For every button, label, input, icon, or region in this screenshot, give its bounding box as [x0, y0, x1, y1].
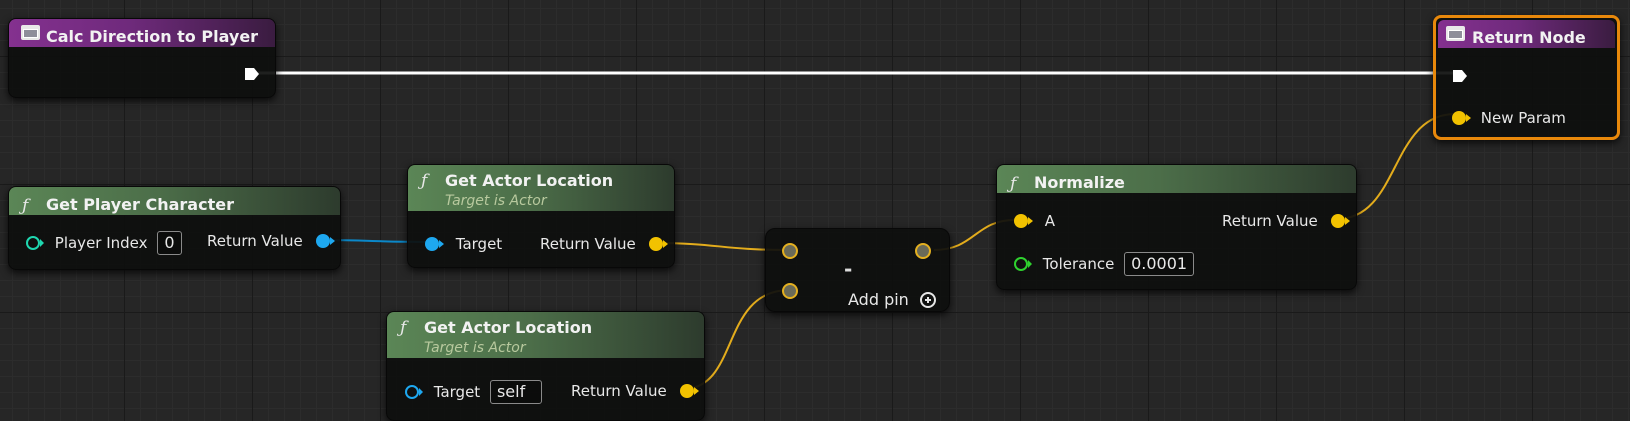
return-value-output[interactable]: Return Value [571, 379, 699, 402]
player-index-field[interactable]: 0 [157, 231, 182, 255]
node-header: Return Node [1438, 20, 1615, 48]
exec-out-pin[interactable] [244, 66, 260, 82]
node-title: Get Player Character [46, 195, 234, 214]
target-input[interactable]: Target [425, 232, 502, 255]
target-self-field[interactable]: self [489, 380, 542, 404]
pin-label: Target [455, 234, 503, 253]
add-pin-label: Add pin [848, 289, 909, 309]
node-title: Return Node [1472, 28, 1586, 47]
function-entry-node[interactable]: Calc Direction to Player [8, 18, 276, 98]
pin-label: Tolerance [1042, 255, 1115, 273]
float-pin[interactable] [1014, 257, 1032, 271]
new-param-input[interactable]: New Param [1452, 106, 1566, 129]
return-value-output[interactable]: Return Value [207, 229, 335, 252]
fx-icon: ƒ [22, 196, 29, 216]
vector-pin[interactable] [1014, 213, 1033, 228]
return-value-output[interactable]: Return Value [1222, 209, 1350, 232]
vector-pin[interactable] [1452, 110, 1471, 125]
pin-label: Return Value [1222, 211, 1318, 230]
pin-label: New Param [1480, 108, 1566, 127]
node-header: ƒ Normalize [997, 165, 1356, 194]
difference-output-pin[interactable] [915, 243, 931, 259]
pin-label: A [1044, 211, 1056, 230]
integer-pin[interactable] [26, 236, 44, 250]
node-title: Get Actor Location [445, 171, 614, 190]
pin-label: Player Index [54, 234, 148, 252]
node-header: ƒ Get Player Character [9, 187, 340, 216]
object-pin[interactable] [425, 236, 444, 251]
add-pin-button[interactable]: Add pin [848, 288, 936, 311]
return-node[interactable]: Return Node New Param [1433, 15, 1620, 140]
fx-icon: ƒ [400, 318, 407, 338]
vector-pin[interactable] [1330, 213, 1350, 228]
pin-label: Target [433, 383, 481, 401]
fx-icon: ƒ [421, 171, 428, 191]
node-title: Calc Direction to Player [46, 27, 259, 46]
node-header: ƒ Get Actor Location Target is Actor [387, 312, 704, 358]
pin-label: Return Value [540, 234, 636, 253]
get-actor-location-node[interactable]: ƒ Get Actor Location Target is Actor Tar… [386, 311, 705, 421]
fx-icon: ƒ [1010, 174, 1017, 194]
subtract-node[interactable]: - Add pin [765, 228, 950, 312]
return-value-output[interactable]: Return Value [540, 232, 668, 255]
get-player-character-node[interactable]: ƒ Get Player Character Player Index 0 Re… [8, 186, 341, 270]
subtrahend-input-pin[interactable] [782, 283, 798, 299]
function-entry-icon [21, 25, 40, 40]
subtract-operator: - [844, 257, 853, 281]
vector-pin[interactable] [648, 236, 668, 251]
minuend-input-pin[interactable] [782, 243, 798, 259]
node-title: Get Actor Location [424, 318, 593, 337]
target-input[interactable]: Target self [405, 380, 542, 404]
normalize-node[interactable]: ƒ Normalize A Tolerance 0.0001 Return Va… [996, 164, 1357, 290]
node-subtitle: Target is Actor [445, 193, 547, 209]
add-circle-icon[interactable] [919, 291, 936, 308]
node-header: Calc Direction to Player [9, 19, 275, 47]
pin-label: Return Value [571, 381, 667, 400]
get-actor-location-node[interactable]: ƒ Get Actor Location Target is Actor Tar… [407, 164, 675, 268]
tolerance-field[interactable]: 0.0001 [1124, 252, 1195, 276]
node-header: ƒ Get Actor Location Target is Actor [408, 165, 674, 211]
object-pin[interactable] [315, 233, 335, 248]
a-input[interactable]: A [1014, 209, 1055, 232]
vector-pin[interactable] [679, 383, 699, 398]
object-pin[interactable] [405, 385, 423, 399]
node-title: Normalize [1034, 173, 1125, 192]
player-index-input[interactable]: Player Index 0 [26, 231, 182, 255]
pin-label: Return Value [207, 231, 303, 250]
exec-in-pin[interactable] [1452, 68, 1468, 84]
function-return-icon [1446, 26, 1465, 41]
node-subtitle: Target is Actor [424, 340, 526, 356]
tolerance-input[interactable]: Tolerance 0.0001 [1014, 252, 1195, 276]
